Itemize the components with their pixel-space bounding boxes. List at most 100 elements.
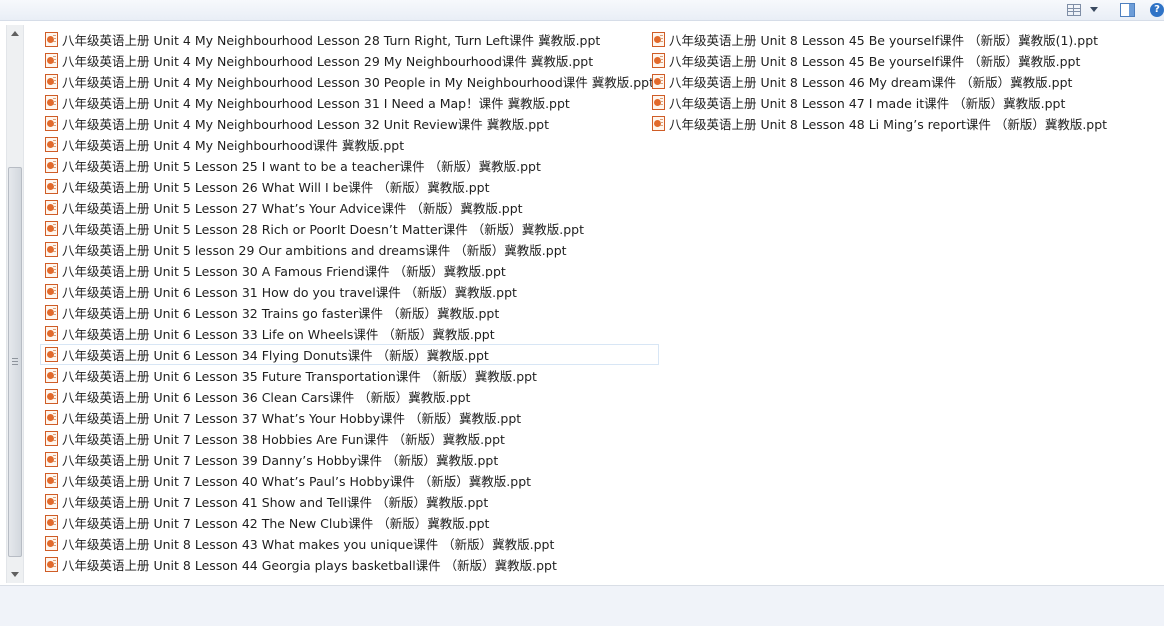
change-view-button[interactable] <box>1063 1 1101 18</box>
powerpoint-file-icon <box>45 242 58 257</box>
file-item[interactable]: 八年级英语上册 Unit 7 Lesson 40 What’s Paul’s H… <box>40 470 659 491</box>
scroll-up-icon[interactable] <box>11 31 19 36</box>
file-item[interactable]: 八年级英语上册 Unit 8 Lesson 45 Be yourself课件 （… <box>647 29 1112 50</box>
preview-pane-button[interactable] <box>1117 1 1137 18</box>
powerpoint-file-icon <box>45 116 58 131</box>
file-item[interactable]: 八年级英语上册 Unit 7 Lesson 42 The New Club课件 … <box>40 512 659 533</box>
file-name: 八年级英语上册 Unit 4 My Neighbourhood Lesson 3… <box>62 96 570 111</box>
powerpoint-file-icon <box>652 32 665 47</box>
file-item[interactable]: 八年级英语上册 Unit 8 Lesson 46 My dream课件 （新版）… <box>647 71 1112 92</box>
file-item[interactable]: 八年级英语上册 Unit 6 Lesson 34 Flying Donuts课件… <box>40 344 659 365</box>
powerpoint-file-icon <box>45 221 58 236</box>
powerpoint-file-icon <box>45 494 58 509</box>
file-item[interactable]: 八年级英语上册 Unit 5 Lesson 26 What Will I be课… <box>40 176 659 197</box>
powerpoint-file-icon <box>45 95 58 110</box>
powerpoint-file-icon <box>45 179 58 194</box>
file-name: 八年级英语上册 Unit 6 Lesson 35 Future Transpor… <box>62 369 537 384</box>
file-item[interactable]: 八年级英语上册 Unit 5 Lesson 25 I want to be a … <box>40 155 659 176</box>
powerpoint-file-icon <box>45 347 58 362</box>
file-item[interactable]: 八年级英语上册 Unit 4 My Neighbourhood课件 冀教版.pp… <box>40 134 659 155</box>
chevron-down-icon <box>1089 7 1098 12</box>
file-name: 八年级英语上册 Unit 5 Lesson 26 What Will I be课… <box>62 180 490 195</box>
view-options-icon <box>1066 3 1081 16</box>
file-name: 八年级英语上册 Unit 8 Lesson 45 Be yourself课件 （… <box>669 54 1081 69</box>
powerpoint-file-icon <box>45 32 58 47</box>
file-name: 八年级英语上册 Unit 8 Lesson 48 Li Ming’s repor… <box>669 117 1108 132</box>
file-name: 八年级英语上册 Unit 7 Lesson 40 What’s Paul’s H… <box>62 474 532 489</box>
powerpoint-file-icon <box>45 158 58 173</box>
file-name: 八年级英语上册 Unit 6 Lesson 34 Flying Donuts课件… <box>62 348 489 363</box>
help-button[interactable]: ? <box>1150 1 1164 18</box>
file-item[interactable]: 八年级英语上册 Unit 6 Lesson 31 How do you trav… <box>40 281 659 302</box>
file-item[interactable]: 八年级英语上册 Unit 4 My Neighbourhood Lesson 3… <box>40 92 659 113</box>
explorer-window: ? 八年级英语上册 Unit 4 My Neighbourhood Lesson… <box>0 0 1164 626</box>
file-item[interactable]: 八年级英语上册 Unit 8 Lesson 44 Georgia plays b… <box>40 554 659 575</box>
file-item[interactable]: 八年级英语上册 Unit 5 Lesson 27 What’s Your Adv… <box>40 197 659 218</box>
file-name: 八年级英语上册 Unit 4 My Neighbourhood Lesson 2… <box>62 54 594 69</box>
powerpoint-file-icon <box>45 53 58 68</box>
file-name: 八年级英语上册 Unit 5 Lesson 25 I want to be a … <box>62 159 541 174</box>
file-name: 八年级英语上册 Unit 7 Lesson 37 What’s Your Hob… <box>62 411 522 426</box>
file-item[interactable]: 八年级英语上册 Unit 5 Lesson 30 A Famous Friend… <box>40 260 659 281</box>
file-item[interactable]: 八年级英语上册 Unit 5 Lesson 28 Rich or PoorIt … <box>40 218 659 239</box>
file-item[interactable]: 八年级英语上册 Unit 8 Lesson 43 What makes you … <box>40 533 659 554</box>
grip-icon <box>12 358 18 365</box>
powerpoint-file-icon <box>45 263 58 278</box>
file-item[interactable]: 八年级英语上册 Unit 4 My Neighbourhood Lesson 3… <box>40 113 659 134</box>
vertical-scrollbar[interactable] <box>6 25 24 583</box>
file-name: 八年级英语上册 Unit 4 My Neighbourhood课件 冀教版.pp… <box>62 138 405 153</box>
powerpoint-file-icon <box>45 452 58 467</box>
file-name: 八年级英语上册 Unit 5 Lesson 27 What’s Your Adv… <box>62 201 523 216</box>
powerpoint-file-icon <box>45 389 58 404</box>
file-name: 八年级英语上册 Unit 8 Lesson 47 I made it课件 （新版… <box>669 96 1066 111</box>
powerpoint-file-icon <box>45 284 58 299</box>
powerpoint-file-icon <box>45 536 58 551</box>
file-name: 八年级英语上册 Unit 8 Lesson 45 Be yourself课件 （… <box>669 33 1099 48</box>
details-pane <box>0 586 1164 626</box>
powerpoint-file-icon <box>45 431 58 446</box>
file-item[interactable]: 八年级英语上册 Unit 6 Lesson 33 Life on Wheels课… <box>40 323 659 344</box>
powerpoint-file-icon <box>45 200 58 215</box>
file-name: 八年级英语上册 Unit 4 My Neighbourhood Lesson 3… <box>62 75 654 90</box>
file-name: 八年级英语上册 Unit 7 Lesson 38 Hobbies Are Fun… <box>62 432 505 447</box>
file-item[interactable]: 八年级英语上册 Unit 4 My Neighbourhood Lesson 3… <box>40 71 659 92</box>
file-item[interactable]: 八年级英语上册 Unit 7 Lesson 41 Show and Tell课件… <box>40 491 659 512</box>
file-item[interactable]: 八年级英语上册 Unit 8 Lesson 48 Li Ming’s repor… <box>647 113 1112 134</box>
file-name: 八年级英语上册 Unit 8 Lesson 43 What makes you … <box>62 537 555 552</box>
powerpoint-file-icon <box>45 473 58 488</box>
powerpoint-file-icon <box>45 368 58 383</box>
scrollbar-thumb[interactable] <box>8 167 22 557</box>
file-item[interactable]: 八年级英语上册 Unit 6 Lesson 35 Future Transpor… <box>40 365 659 386</box>
file-item[interactable]: 八年级英语上册 Unit 7 Lesson 37 What’s Your Hob… <box>40 407 659 428</box>
help-icon: ? <box>1150 2 1164 17</box>
powerpoint-file-icon <box>652 95 665 110</box>
powerpoint-file-icon <box>45 326 58 341</box>
powerpoint-file-icon <box>45 137 58 152</box>
file-item[interactable]: 八年级英语上册 Unit 8 Lesson 47 I made it课件 （新版… <box>647 92 1112 113</box>
file-item[interactable]: 八年级英语上册 Unit 7 Lesson 39 Danny’s Hobby课件… <box>40 449 659 470</box>
file-item[interactable]: 八年级英语上册 Unit 4 My Neighbourhood Lesson 2… <box>40 50 659 71</box>
file-item[interactable]: 八年级英语上册 Unit 4 My Neighbourhood Lesson 2… <box>40 29 659 50</box>
file-item[interactable]: 八年级英语上册 Unit 7 Lesson 38 Hobbies Are Fun… <box>40 428 659 449</box>
file-name: 八年级英语上册 Unit 6 Lesson 31 How do you trav… <box>62 285 517 300</box>
preview-pane-icon <box>1119 2 1135 17</box>
file-name: 八年级英语上册 Unit 4 My Neighbourhood Lesson 2… <box>62 33 601 48</box>
file-name: 八年级英语上册 Unit 7 Lesson 41 Show and Tell课件… <box>62 495 489 510</box>
scroll-down-icon[interactable] <box>11 572 19 577</box>
file-name: 八年级英语上册 Unit 8 Lesson 46 My dream课件 （新版）… <box>669 75 1073 90</box>
powerpoint-file-icon <box>652 74 665 89</box>
file-column-2: 八年级英语上册 Unit 8 Lesson 45 Be yourself课件 （… <box>647 29 1112 134</box>
file-item[interactable]: 八年级英语上册 Unit 5 lesson 29 Our ambitions a… <box>40 239 659 260</box>
file-item[interactable]: 八年级英语上册 Unit 6 Lesson 32 Trains go faste… <box>40 302 659 323</box>
file-name: 八年级英语上册 Unit 6 Lesson 32 Trains go faste… <box>62 306 500 321</box>
file-column-1: 八年级英语上册 Unit 4 My Neighbourhood Lesson 2… <box>40 29 659 575</box>
powerpoint-file-icon <box>45 305 58 320</box>
file-list-view[interactable]: 八年级英语上册 Unit 4 My Neighbourhood Lesson 2… <box>0 21 1164 586</box>
file-name: 八年级英语上册 Unit 4 My Neighbourhood Lesson 3… <box>62 117 550 132</box>
file-item[interactable]: 八年级英语上册 Unit 6 Lesson 36 Clean Cars课件 （新… <box>40 386 659 407</box>
file-name: 八年级英语上册 Unit 5 Lesson 30 A Famous Friend… <box>62 264 506 279</box>
file-item[interactable]: 八年级英语上册 Unit 8 Lesson 45 Be yourself课件 （… <box>647 50 1112 71</box>
powerpoint-file-icon <box>652 116 665 131</box>
file-name: 八年级英语上册 Unit 5 lesson 29 Our ambitions a… <box>62 243 567 258</box>
command-bar: ? <box>0 0 1164 21</box>
